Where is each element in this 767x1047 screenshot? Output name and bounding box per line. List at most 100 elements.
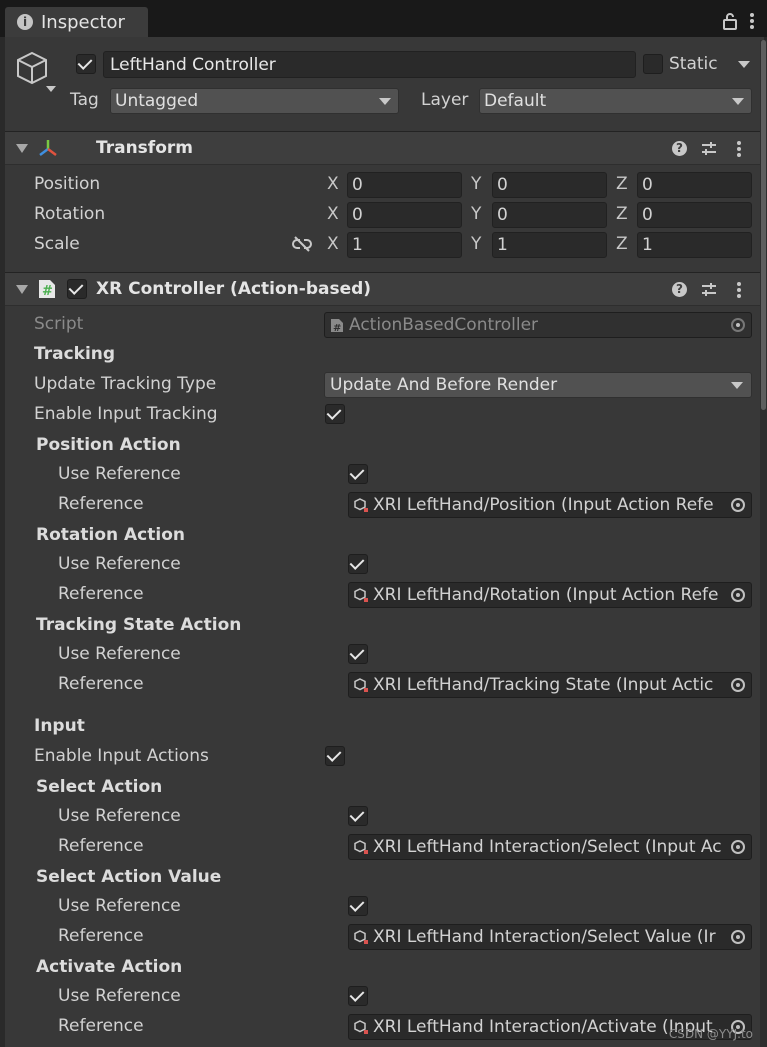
- object-picker-icon[interactable]: [731, 840, 745, 854]
- static-dropdown-icon[interactable]: [738, 61, 750, 68]
- object-name-field[interactable]: LeftHand Controller: [103, 51, 636, 78]
- object-picker-icon[interactable]: [731, 930, 745, 944]
- reference-label: Reference: [58, 674, 144, 694]
- chevron-down-icon: [732, 98, 744, 105]
- rotation-label: Rotation: [34, 204, 106, 224]
- gameobject-cube-icon[interactable]: [16, 50, 56, 94]
- position-y-field[interactable]: 0: [492, 172, 607, 198]
- layer-value: Default: [484, 91, 547, 111]
- scale-x-value: 1: [352, 235, 363, 255]
- axis-z-label[interactable]: Z: [616, 204, 628, 224]
- tracking-state-reference-field[interactable]: XRI LeftHand/Tracking State (Input Actic: [348, 672, 752, 698]
- chevron-down-icon: [379, 98, 391, 105]
- script-value: ActionBasedController: [349, 315, 539, 335]
- axis-y-label[interactable]: Y: [471, 174, 481, 194]
- svg-text:#: #: [333, 323, 341, 332]
- tag-dropdown[interactable]: Untagged: [110, 88, 399, 114]
- position-x-field[interactable]: 0: [347, 172, 462, 198]
- input-action-asset-icon: [354, 588, 368, 602]
- object-picker-icon[interactable]: [731, 678, 745, 692]
- script-icon: #: [39, 280, 55, 299]
- select-value-use-reference-checkbox[interactable]: [348, 896, 368, 916]
- layer-dropdown[interactable]: Default: [479, 88, 752, 114]
- component-menu-icon[interactable]: [737, 282, 741, 298]
- rotation-y-field[interactable]: 0: [492, 202, 607, 228]
- scale-y-field[interactable]: 1: [492, 232, 607, 258]
- axis-x-label[interactable]: X: [327, 234, 339, 254]
- reference-label: Reference: [58, 494, 144, 514]
- presets-icon[interactable]: [701, 141, 717, 155]
- select-use-reference-checkbox[interactable]: [348, 806, 368, 826]
- transform-axes-icon: [39, 140, 57, 156]
- foldout-arrow-icon[interactable]: [16, 285, 28, 294]
- rotation-x-field[interactable]: 0: [347, 202, 462, 228]
- static-checkbox[interactable]: [643, 54, 663, 74]
- update-tracking-type-dropdown[interactable]: Update And Before Render: [324, 372, 752, 398]
- active-checkbox[interactable]: [76, 54, 96, 74]
- svg-text:#: #: [42, 284, 53, 299]
- tag-value: Untagged: [115, 91, 199, 111]
- axis-z-label[interactable]: Z: [616, 234, 628, 254]
- chevron-down-icon: [731, 382, 743, 389]
- tracking-state-action-header: Tracking State Action: [36, 615, 242, 635]
- object-picker-icon[interactable]: [731, 498, 745, 512]
- tracking-state-use-reference-checkbox[interactable]: [348, 644, 368, 664]
- position-reference-value: XRI LeftHand/Position (Input Action Refe: [373, 495, 714, 515]
- enable-input-tracking-checkbox[interactable]: [325, 404, 345, 424]
- rotation-use-reference-checkbox[interactable]: [348, 554, 368, 574]
- static-label: Static: [669, 54, 718, 74]
- object-picker-icon[interactable]: [731, 588, 745, 602]
- position-use-reference-checkbox[interactable]: [348, 464, 368, 484]
- position-label: Position: [34, 174, 101, 194]
- position-z-value: 0: [642, 175, 653, 195]
- tag-label: Tag: [70, 90, 99, 110]
- select-value-reference-field[interactable]: XRI LeftHand Interaction/Select Value (I…: [348, 924, 752, 950]
- panel-edge: [0, 37, 5, 1047]
- rotation-z-value: 0: [642, 205, 653, 225]
- info-icon: i: [17, 14, 33, 30]
- enable-input-actions-checkbox[interactable]: [325, 746, 345, 766]
- input-header: Input: [34, 716, 85, 736]
- scale-x-field[interactable]: 1: [347, 232, 462, 258]
- axis-x-label[interactable]: X: [327, 174, 339, 194]
- select-reference-field[interactable]: XRI LeftHand Interaction/Select (Input A…: [348, 834, 752, 860]
- axis-x-label[interactable]: X: [327, 204, 339, 224]
- position-z-field[interactable]: 0: [637, 172, 752, 198]
- activate-action-header: Activate Action: [36, 957, 183, 977]
- watermark: CSDN @YYJ.to: [668, 1027, 753, 1041]
- axis-y-label[interactable]: Y: [471, 204, 481, 224]
- axis-z-label[interactable]: Z: [616, 174, 628, 194]
- scrollbar-thumb[interactable]: [761, 40, 766, 410]
- select-value-reference-value: XRI LeftHand Interaction/Select Value (I…: [373, 927, 716, 947]
- object-name: LeftHand Controller: [110, 55, 276, 75]
- presets-icon[interactable]: [701, 282, 717, 296]
- xr-controller-enabled-checkbox[interactable]: [67, 279, 87, 299]
- foldout-arrow-icon[interactable]: [16, 144, 28, 153]
- use-reference-label: Use Reference: [58, 464, 181, 484]
- select-reference-value: XRI LeftHand Interaction/Select (Input A…: [373, 837, 722, 857]
- link-off-icon[interactable]: [292, 236, 312, 252]
- axis-y-label[interactable]: Y: [471, 234, 481, 254]
- scale-y-value: 1: [497, 235, 508, 255]
- help-icon[interactable]: ?: [672, 282, 687, 297]
- activate-use-reference-checkbox[interactable]: [348, 986, 368, 1006]
- rotation-reference-field[interactable]: XRI LeftHand/Rotation (Input Action Refe: [348, 582, 752, 608]
- transform-title: Transform: [96, 138, 193, 158]
- rotation-z-field[interactable]: 0: [637, 202, 752, 228]
- scale-label: Scale: [34, 234, 80, 254]
- tab-title: Inspector: [41, 12, 125, 33]
- scale-z-field[interactable]: 1: [637, 232, 752, 258]
- position-reference-field[interactable]: XRI LeftHand/Position (Input Action Refe: [348, 492, 752, 518]
- lock-icon[interactable]: [722, 12, 738, 30]
- tracking-state-reference-value: XRI LeftHand/Tracking State (Input Actic: [373, 675, 714, 695]
- rotation-action-header: Rotation Action: [36, 525, 185, 545]
- tab-menu-icon[interactable]: [750, 13, 754, 29]
- select-action-header: Select Action: [36, 777, 163, 797]
- xr-controller-title: XR Controller (Action-based): [96, 279, 372, 299]
- component-menu-icon[interactable]: [737, 141, 741, 157]
- use-reference-label: Use Reference: [58, 806, 181, 826]
- help-icon[interactable]: ?: [672, 141, 687, 156]
- reference-label: Reference: [58, 584, 144, 604]
- position-y-value: 0: [497, 175, 508, 195]
- layer-label: Layer: [421, 90, 469, 110]
